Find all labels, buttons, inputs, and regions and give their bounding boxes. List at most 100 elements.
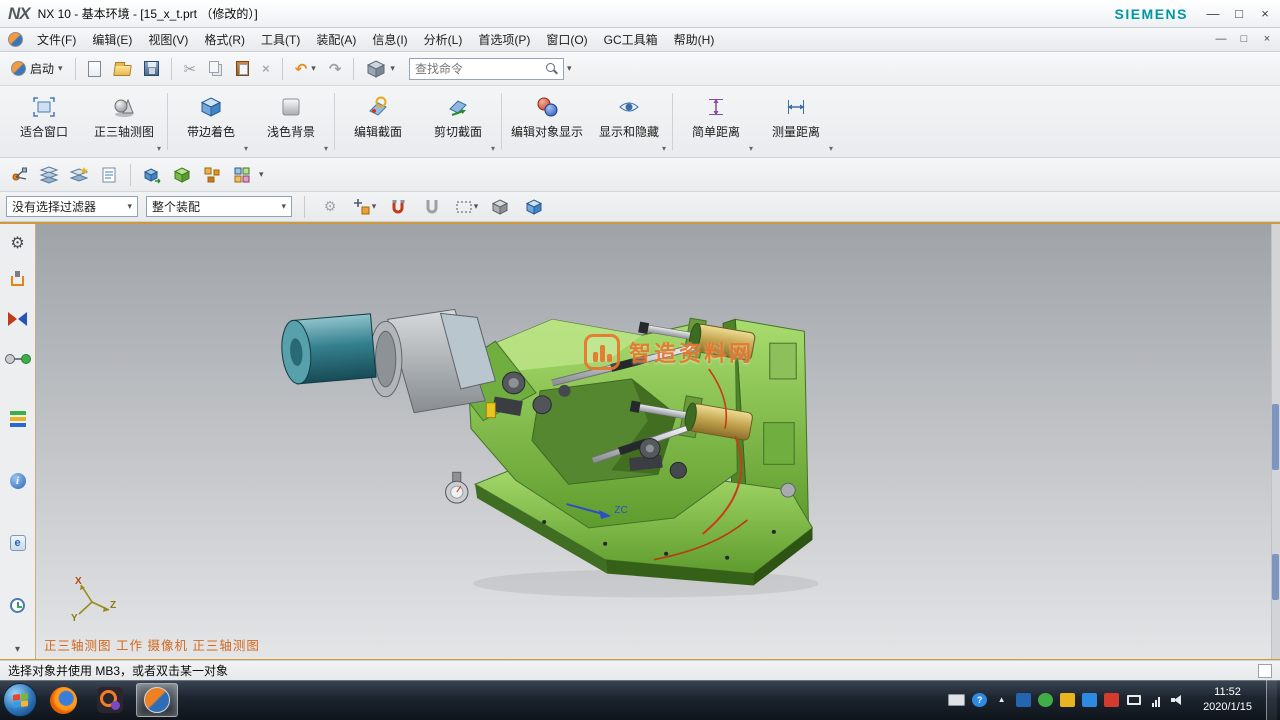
chevron-down-icon[interactable] [259, 170, 264, 179]
snap-point-button[interactable] [351, 194, 377, 220]
menu-assemblies[interactable]: 装配(A) [308, 28, 364, 51]
chevron-down-icon[interactable] [244, 144, 248, 153]
history-button[interactable] [6, 594, 30, 616]
isometric-view-button[interactable]: 正三轴测图 [84, 88, 164, 155]
layer-settings-button[interactable] [36, 162, 62, 188]
scrollbar-thumb[interactable] [1272, 554, 1279, 600]
menu-preferences[interactable]: 首选项(P) [470, 28, 538, 51]
search-input[interactable] [415, 62, 541, 76]
rectangle-select-button[interactable] [453, 194, 479, 220]
move-component-button[interactable] [139, 162, 165, 188]
resource-bar-more-button[interactable] [15, 644, 20, 655]
menu-information[interactable]: 信息(I) [364, 28, 415, 51]
link-navigator-button[interactable] [6, 346, 30, 368]
show-desktop-button[interactable] [1266, 680, 1277, 720]
chevron-down-icon[interactable] [157, 144, 161, 153]
display-icon[interactable] [1127, 695, 1141, 705]
chevron-down-icon[interactable] [491, 144, 495, 153]
child-restore-button[interactable]: □ [1237, 34, 1251, 45]
fit-window-button[interactable]: 适合窗口 [4, 88, 84, 155]
viewport-scrollbar[interactable] [1271, 224, 1280, 659]
chevron-down-icon[interactable] [829, 144, 833, 153]
chevron-down-icon[interactable] [372, 202, 377, 211]
redo-button[interactable] [324, 56, 347, 82]
paste-button[interactable] [231, 56, 254, 82]
menu-analysis[interactable]: 分析(L) [416, 28, 471, 51]
taskbar-browser-button[interactable] [42, 683, 84, 717]
measure-distance-button[interactable]: 测量距离 [756, 88, 836, 155]
render-style-button[interactable] [361, 56, 400, 82]
save-button[interactable] [139, 56, 164, 82]
assembly-navigator-button[interactable] [6, 270, 30, 292]
command-finder[interactable] [409, 58, 564, 80]
menu-edit[interactable]: 编辑(E) [84, 28, 140, 51]
web-browser-button[interactable] [6, 532, 30, 554]
menu-tools[interactable]: 工具(T) [253, 28, 308, 51]
taskbar-nx-button[interactable] [136, 683, 178, 717]
open-file-button[interactable] [109, 56, 136, 82]
pattern-component-button[interactable] [229, 162, 255, 188]
messenger-icon[interactable] [1082, 693, 1097, 707]
minimize-button[interactable]: — [1206, 7, 1220, 20]
scrollbar-thumb[interactable] [1272, 404, 1279, 470]
selection-scope-dropdown[interactable]: 整个装配 [146, 196, 292, 217]
taskbar-clock[interactable]: 11:52 2020/1/15 [1194, 685, 1261, 716]
start-button[interactable] [3, 683, 37, 717]
shaded-with-edges-button[interactable]: 带边着色 [171, 88, 251, 155]
new-file-button[interactable] [83, 56, 106, 82]
help-icon[interactable] [972, 693, 987, 707]
download-icon[interactable] [1104, 693, 1119, 707]
maximize-button[interactable]: □ [1232, 7, 1246, 20]
chevron-down-icon[interactable] [749, 144, 753, 153]
child-minimize-button[interactable]: — [1214, 34, 1228, 45]
chevron-down-icon[interactable] [567, 64, 572, 73]
shield-icon[interactable] [1060, 693, 1075, 707]
light-background-button[interactable]: 浅色背景 [251, 88, 331, 155]
cad-model-3d[interactable]: ZC [36, 224, 1280, 659]
assembly-sequence-button[interactable] [169, 162, 195, 188]
edit-section-button[interactable]: 编辑截面 [338, 88, 418, 155]
info-button[interactable] [6, 470, 30, 492]
input-indicator-icon[interactable] [948, 694, 965, 706]
snap-settings-button[interactable] [317, 194, 343, 220]
copy-button[interactable] [204, 56, 228, 82]
magnet-button[interactable] [385, 194, 411, 220]
undo-button[interactable] [290, 56, 321, 82]
menu-help[interactable]: 帮助(H) [666, 28, 723, 51]
menu-view[interactable]: 视图(V) [140, 28, 196, 51]
start-menu-button[interactable]: 启动 [6, 56, 68, 82]
selection-filter-dropdown[interactable]: 没有选择过滤器 [6, 196, 138, 217]
close-button[interactable]: × [1258, 7, 1272, 20]
network-icon[interactable] [1148, 693, 1163, 707]
reuse-library-button[interactable] [6, 408, 30, 430]
orientation-triad[interactable]: X Y Z [68, 575, 116, 623]
shaded-cube-button[interactable] [487, 194, 513, 220]
simple-distance-button[interactable]: 简单距离 [676, 88, 756, 155]
wireframe-cube-button[interactable] [521, 194, 547, 220]
security-icon[interactable] [1016, 693, 1031, 707]
menu-gc-toolbox[interactable]: GC工具箱 [596, 28, 666, 51]
cut-button[interactable] [179, 56, 202, 82]
menu-format[interactable]: 格式(R) [196, 28, 253, 51]
chevron-down-icon[interactable] [324, 144, 328, 153]
hidden-icons-arrow[interactable] [994, 693, 1009, 707]
status-grip-icon[interactable] [1258, 664, 1272, 678]
clip-section-button[interactable]: 剪切截面 [418, 88, 498, 155]
layer-visible-button[interactable] [96, 162, 122, 188]
chevron-down-icon[interactable] [662, 144, 666, 153]
volume-icon[interactable] [1171, 694, 1184, 706]
delete-button[interactable] [257, 56, 275, 82]
constraint-navigator-button[interactable] [6, 308, 30, 330]
exploded-view-button[interactable] [199, 162, 225, 188]
show-and-hide-button[interactable]: 显示和隐藏 [589, 88, 669, 155]
menu-file[interactable]: 文件(F) [29, 28, 84, 51]
magnet-alt-button[interactable] [419, 194, 445, 220]
edit-object-display-button[interactable]: 编辑对象显示 [505, 88, 589, 155]
roles-gear-button[interactable] [6, 232, 30, 254]
antivirus-icon[interactable] [1038, 693, 1053, 707]
layer-category-button[interactable] [66, 162, 92, 188]
child-close-button[interactable]: × [1260, 34, 1274, 45]
graphics-viewport[interactable]: ZC 智造资料网 X Y Z 正三轴测图 工作 摄像机 正三轴测图 [36, 224, 1280, 659]
menu-window[interactable]: 窗口(O) [538, 28, 595, 51]
chevron-down-icon[interactable] [474, 202, 479, 211]
